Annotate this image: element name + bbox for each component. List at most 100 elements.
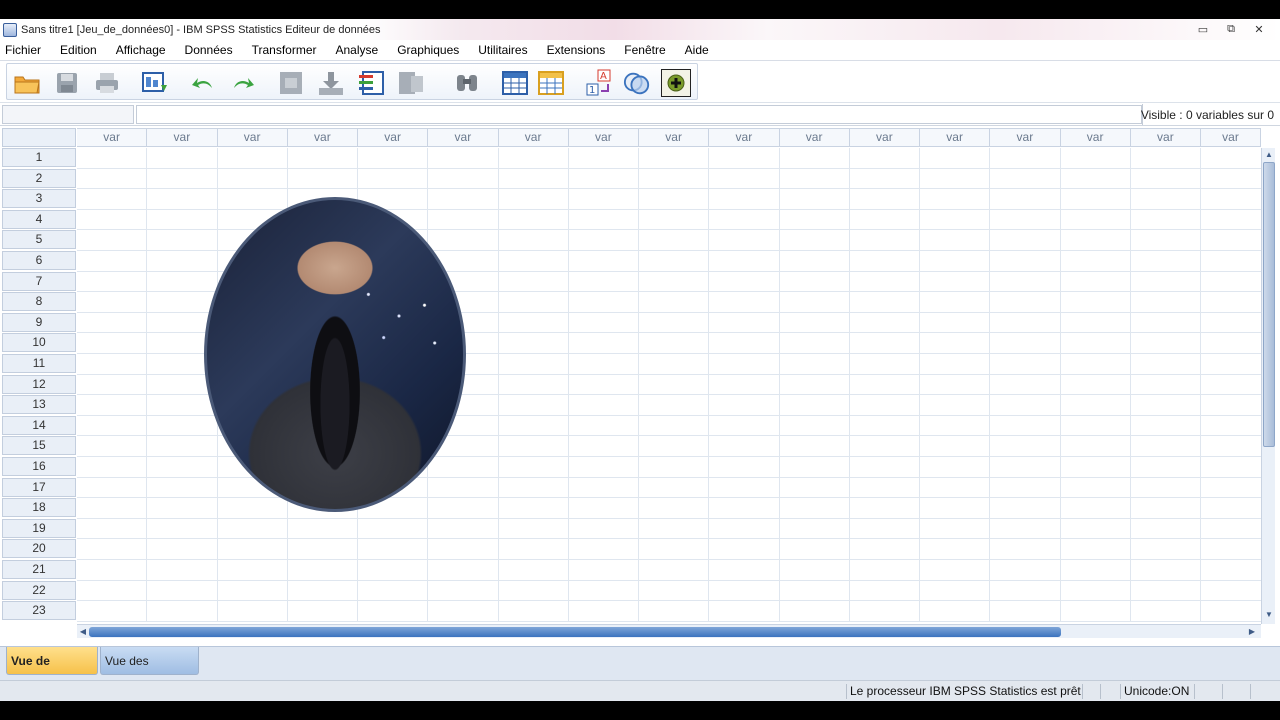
- menu-aide[interactable]: Aide: [680, 43, 719, 57]
- menu-graphiques[interactable]: Graphiques: [392, 43, 469, 57]
- recall-dialog-icon[interactable]: [141, 70, 169, 96]
- find-icon[interactable]: [453, 70, 481, 96]
- svg-text:A: A: [600, 71, 607, 82]
- column-header-var[interactable]: var: [287, 128, 358, 147]
- cell-reference-box[interactable]: [2, 105, 134, 124]
- table-row[interactable]: [77, 148, 1261, 169]
- row-header[interactable]: 20: [2, 539, 76, 559]
- row-header[interactable]: 9: [2, 312, 76, 332]
- row-header[interactable]: 10: [2, 333, 76, 353]
- grid-corner[interactable]: [2, 128, 76, 147]
- close-button[interactable]: ✕: [1246, 21, 1272, 38]
- goto-variable-icon[interactable]: [317, 70, 345, 96]
- row-header[interactable]: 3: [2, 189, 76, 209]
- column-header-var[interactable]: var: [498, 128, 569, 147]
- goto-case-icon[interactable]: [277, 70, 305, 96]
- open-folder-icon[interactable]: [13, 70, 41, 96]
- print-icon[interactable]: [93, 70, 121, 96]
- menu-analyse[interactable]: Analyse: [331, 43, 389, 57]
- column-header-var[interactable]: var: [709, 128, 780, 147]
- table-row[interactable]: [77, 560, 1261, 581]
- toolbar-group: A1: [6, 63, 698, 100]
- table-row[interactable]: [77, 169, 1261, 190]
- column-header-var[interactable]: var: [77, 128, 148, 147]
- undo-icon[interactable]: [189, 70, 217, 96]
- table-row[interactable]: [77, 498, 1261, 519]
- menu-donnees[interactable]: Données: [180, 43, 243, 57]
- menu-extensions[interactable]: Extensions: [542, 43, 616, 57]
- restore-button[interactable]: ⧉: [1218, 21, 1244, 38]
- row-header[interactable]: 16: [2, 457, 76, 476]
- column-header-var[interactable]: var: [849, 128, 920, 147]
- scroll-left-icon[interactable]: ◀: [78, 626, 88, 638]
- save-icon[interactable]: [53, 70, 81, 96]
- table-row[interactable]: [77, 478, 1261, 499]
- row-header[interactable]: 23: [2, 601, 76, 621]
- row-header[interactable]: 22: [2, 580, 76, 600]
- column-header-var[interactable]: var: [1130, 128, 1201, 147]
- column-header-var[interactable]: var: [779, 128, 850, 147]
- column-header-var[interactable]: var: [147, 128, 218, 147]
- table-row[interactable]: [77, 189, 1261, 210]
- tab-variable-view[interactable]: Vue des variables: [100, 647, 199, 696]
- table-row[interactable]: [77, 519, 1261, 540]
- value-labels-icon[interactable]: A1: [585, 69, 613, 96]
- column-header-var[interactable]: var: [990, 128, 1061, 147]
- vertical-scrollbar[interactable]: ▲ ▼: [1261, 148, 1275, 624]
- menu-edition[interactable]: Edition: [55, 43, 107, 57]
- column-header-var[interactable]: var: [428, 128, 499, 147]
- window-titlebar[interactable]: Sans titre1 [Jeu_de_données0] - IBM SPSS…: [0, 19, 1280, 40]
- row-header[interactable]: 4: [2, 209, 76, 229]
- minimize-button[interactable]: ▭: [1190, 21, 1216, 38]
- row-header[interactable]: 21: [2, 560, 76, 579]
- row-header[interactable]: 15: [2, 436, 76, 456]
- table-row[interactable]: [77, 601, 1261, 622]
- menu-transformer[interactable]: Transformer: [247, 43, 327, 57]
- insert-cases-icon[interactable]: [501, 70, 529, 96]
- column-header-var[interactable]: var: [358, 128, 429, 147]
- scroll-right-icon[interactable]: ▶: [1247, 626, 1257, 638]
- column-header-var[interactable]: var: [1060, 128, 1131, 147]
- row-header[interactable]: 7: [2, 271, 76, 291]
- row-header[interactable]: 19: [2, 518, 76, 538]
- column-header-var[interactable]: var: [568, 128, 639, 147]
- menu-fichier[interactable]: Fichier: [0, 43, 51, 57]
- row-header[interactable]: 5: [2, 230, 76, 250]
- column-header-var[interactable]: var: [920, 128, 991, 147]
- row-header[interactable]: 18: [2, 498, 76, 518]
- spelling-icon[interactable]: [661, 69, 691, 97]
- tab-data-view[interactable]: Vue de données: [6, 647, 98, 696]
- menu-affichage[interactable]: Affichage: [111, 43, 176, 57]
- scroll-up-icon[interactable]: ▲: [1264, 150, 1274, 160]
- column-divider: [1200, 148, 1201, 622]
- row-header[interactable]: 6: [2, 251, 76, 270]
- row-header[interactable]: 12: [2, 374, 76, 394]
- run-descriptives-icon[interactable]: [397, 70, 425, 96]
- row-header[interactable]: 17: [2, 477, 76, 497]
- column-header-var[interactable]: var: [639, 128, 710, 147]
- horizontal-scrollbar[interactable]: ◀ ▶: [77, 624, 1261, 638]
- column-header-var[interactable]: var: [217, 128, 288, 147]
- insert-variable-icon[interactable]: [537, 70, 565, 96]
- horizontal-scroll-thumb[interactable]: [89, 627, 1061, 637]
- row-header[interactable]: 2: [2, 168, 76, 188]
- scroll-down-icon[interactable]: ▼: [1264, 610, 1274, 620]
- row-header[interactable]: 8: [2, 292, 76, 312]
- table-row[interactable]: [77, 539, 1261, 560]
- cell-value-input[interactable]: [136, 105, 1142, 124]
- column-header-var[interactable]: var: [1201, 128, 1261, 147]
- use-sets-icon[interactable]: [623, 70, 651, 96]
- data-grid[interactable]: ▲ ▼ ◀ ▶ var var var var var var var var var var va…: [0, 126, 1280, 646]
- menu-fenetre[interactable]: Fenêtre: [619, 43, 675, 57]
- menu-utilitaires[interactable]: Utilitaires: [473, 43, 537, 57]
- redo-icon[interactable]: [229, 70, 257, 96]
- row-header[interactable]: 14: [2, 415, 76, 435]
- window-title: Sans titre1 [Jeu_de_données0] - IBM SPSS…: [21, 23, 381, 36]
- variables-icon[interactable]: [357, 70, 385, 96]
- vertical-scroll-thumb[interactable]: [1263, 162, 1275, 447]
- row-header[interactable]: 13: [2, 395, 76, 415]
- table-row[interactable]: [77, 581, 1261, 602]
- table-row[interactable]: [77, 210, 1261, 231]
- row-header[interactable]: 11: [2, 354, 76, 373]
- row-header[interactable]: 1: [2, 148, 76, 167]
